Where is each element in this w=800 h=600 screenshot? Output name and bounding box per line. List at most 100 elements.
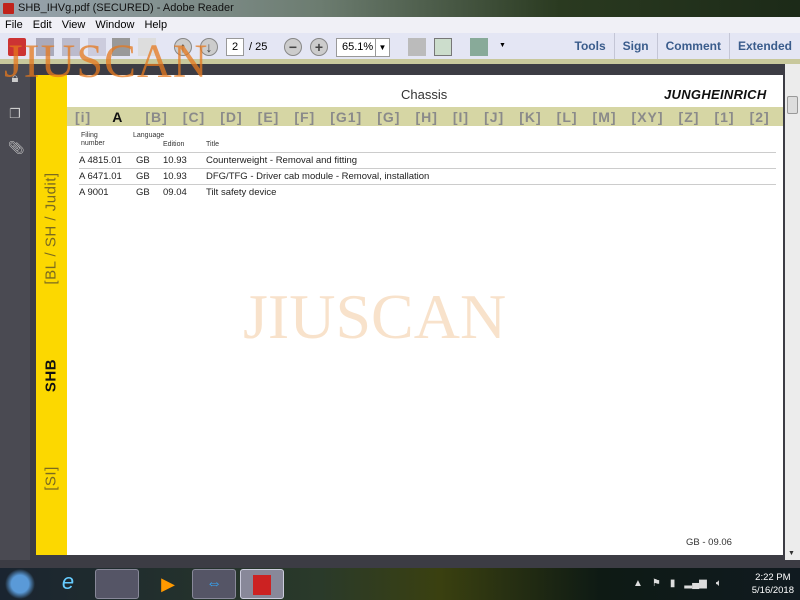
create-pdf-icon[interactable] [8, 38, 26, 56]
page-number-input[interactable]: 2 [226, 38, 244, 56]
media-player-icon[interactable]: ▶ [146, 569, 190, 599]
table-row[interactable]: A 4815.01 GB 10.93 Counterweight - Removal … [79, 152, 776, 168]
extended-link[interactable]: Extended [728, 33, 800, 59]
save-icon[interactable] [88, 38, 106, 56]
print-icon[interactable] [112, 38, 130, 56]
previous-page-icon[interactable]: ↑ [174, 38, 192, 56]
cell-title: Tilt safety device [206, 187, 277, 198]
cell-lang: GB [136, 155, 150, 166]
tab-g[interactable]: [G] [377, 109, 400, 125]
internet-explorer-icon[interactable]: e [50, 569, 86, 599]
sign-link[interactable]: Sign [613, 33, 657, 59]
side-strip: [BL / SH / Judit] SHB [SI] [36, 75, 67, 555]
cell-filing: A 9001 [79, 187, 109, 198]
tab-xy[interactable]: [XY] [632, 109, 664, 125]
window-title: SHB_IHVg.pdf (SECURED) - Adobe Reader [18, 2, 234, 14]
cell-title: Counterweight - Removal and fitting [206, 155, 358, 166]
section-heading: Chassis [401, 87, 448, 102]
action-center-icon[interactable]: ⚑ [652, 578, 661, 589]
pages-icon[interactable]: ❐ [8, 106, 22, 121]
menu-edit[interactable]: Edit [28, 17, 57, 33]
open-icon[interactable] [36, 38, 54, 56]
cell-filing: A 4815.01 [79, 155, 122, 166]
scroll-thumb[interactable] [787, 96, 798, 114]
comment-link[interactable]: Comment [656, 33, 729, 59]
col-language: Language [133, 132, 165, 139]
adobe-reader-icon [3, 3, 14, 14]
more-tools-icon[interactable]: ▼ [499, 42, 506, 49]
menu-help[interactable]: Help [139, 17, 172, 33]
zoom-out-icon[interactable]: − [284, 38, 302, 56]
table-row[interactable]: A 6471.01 GB 10.93 DFG/TFG - Driver cab mod… [79, 168, 776, 184]
volume-icon[interactable]: 🔈︎ [716, 578, 722, 589]
section-tabs: [i] A [B] [C] [D] [E] [F] [G1] [G] [H] [I] [J] [K] [L… [67, 107, 800, 126]
zoom-select[interactable]: 65.1% ▼ [336, 38, 390, 57]
attachment-icon[interactable]: 📎︎ [8, 140, 25, 155]
menu-window[interactable]: Window [90, 17, 139, 33]
col-filing: Filing number [81, 132, 105, 147]
system-tray: ▲ ⚑ ▮ ▂▄▆ 🔈︎ [633, 578, 722, 589]
fit-page-icon[interactable] [408, 38, 426, 56]
cell-edition: 10.93 [163, 155, 187, 166]
start-button[interactable] [0, 569, 40, 599]
tab-c[interactable]: [C] [183, 109, 205, 125]
col-title: Title [206, 141, 219, 148]
tab-m[interactable]: [M] [593, 109, 617, 125]
network-icon[interactable]: ▂▄▆ [684, 578, 706, 589]
side-label-bl-sh: [BL / SH / Judit] [42, 172, 60, 285]
taskbar: e ▶ ⇔ ▲ ⚑ ▮ ▂▄▆ 🔈︎ 2:22 PM 5/16/2018 [0, 568, 800, 600]
explorer-icon[interactable] [95, 569, 139, 599]
side-label-shb: SHB [42, 358, 60, 393]
email-icon[interactable] [138, 38, 156, 56]
menu-view[interactable]: View [57, 17, 91, 33]
show-hidden-icon[interactable]: ▲ [633, 578, 643, 589]
tab-b[interactable]: [B] [145, 109, 167, 125]
tab-d[interactable]: [D] [220, 109, 242, 125]
scroll-down-icon[interactable]: ▼ [788, 550, 795, 557]
page-footer: GB - 09.06 [686, 537, 732, 548]
tab-j[interactable]: [J] [484, 109, 504, 125]
chevron-down-icon[interactable]: ▼ [375, 39, 389, 56]
cell-title: DFG/TFG - Driver cab module - Removal, i… [206, 171, 430, 182]
menu-file[interactable]: File [0, 17, 28, 33]
clock[interactable]: 2:22 PM 5/16/2018 [752, 571, 794, 597]
tab-g1[interactable]: [G1] [330, 109, 362, 125]
tab-e[interactable]: [E] [258, 109, 280, 125]
zoom-value: 65.1% [342, 41, 374, 53]
tab-h[interactable]: [H] [415, 109, 437, 125]
toolbar: ↑ ↓ 2 / 25 − + 65.1% ▼ ▼ Tools Sign Comme… [0, 33, 800, 64]
vertical-scrollbar[interactable]: ▲ ▼ [785, 64, 800, 560]
tab-i[interactable]: [i] [75, 109, 91, 125]
tab-a[interactable]: A [112, 109, 123, 125]
cell-lang: GB [136, 171, 150, 182]
tab-l[interactable]: [L] [557, 109, 578, 125]
tab-z[interactable]: [Z] [679, 109, 700, 125]
next-page-icon[interactable]: ↓ [200, 38, 218, 56]
fit-width-icon[interactable] [434, 38, 452, 56]
navigation-pane: 🔒︎ ❐ 📎︎ [0, 64, 30, 560]
side-label-si: [SI] [42, 466, 60, 491]
page-total: / 25 [249, 41, 268, 53]
table-row[interactable]: A 9001 GB 09.04 Tilt safety device [79, 184, 776, 200]
tab-2[interactable]: [2] [750, 109, 770, 125]
pdf-page: [BL / SH / Judit] SHB [SI] Chassis JUNGH… [36, 75, 800, 555]
cell-edition: 10.93 [163, 171, 187, 182]
zoom-in-icon[interactable]: + [310, 38, 328, 56]
cell-edition: 09.04 [163, 187, 187, 198]
tab-1[interactable]: [1] [714, 109, 734, 125]
fullscreen-icon[interactable] [470, 38, 488, 56]
cell-lang: GB [136, 187, 150, 198]
tab-f[interactable]: [F] [294, 109, 315, 125]
tools-link[interactable]: Tools [567, 33, 614, 59]
adobe-reader-taskbar-icon[interactable] [240, 569, 284, 599]
edit-icon[interactable] [62, 38, 80, 56]
title-bar: SHB_IHVg.pdf (SECURED) - Adobe Reader [0, 0, 800, 17]
menu-bar: File Edit View Window Help [0, 17, 800, 33]
col-edition: Edition [163, 141, 185, 148]
tab-i[interactable]: [I] [453, 109, 469, 125]
power-icon[interactable]: ▮ [670, 578, 676, 589]
cell-filing: A 6471.01 [79, 171, 122, 182]
teamviewer-icon[interactable]: ⇔ [192, 569, 236, 599]
lock-icon[interactable]: 🔒︎ [8, 70, 22, 85]
tab-k[interactable]: [K] [519, 109, 541, 125]
